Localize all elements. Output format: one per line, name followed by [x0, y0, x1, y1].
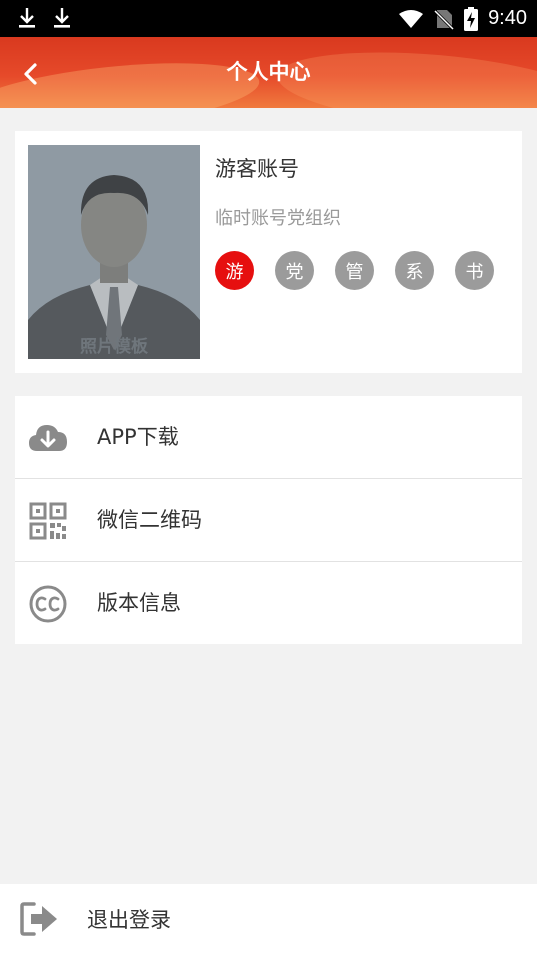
download-icon [19, 8, 35, 28]
logout-icon [20, 902, 57, 936]
download-icon [54, 8, 70, 28]
badge-xi[interactable]: 系 [395, 251, 434, 290]
menu-label-wechat-qr: 微信二维码 [97, 508, 202, 532]
app-header: 个人中心 [0, 37, 537, 108]
battery-charging-icon [464, 6, 479, 31]
settings-menu: APP下载 微信二维码 版本信息 [15, 396, 522, 644]
badge-guan[interactable]: 管 [335, 251, 374, 290]
wifi-icon [399, 9, 424, 28]
status-bar: 9:40 [0, 0, 537, 37]
cc-icon [29, 585, 67, 623]
logout-label: 退出登录 [87, 908, 171, 932]
page-title: 个人中心 [226, 60, 311, 84]
menu-label-version-info: 版本信息 [97, 591, 181, 615]
badge-you[interactable]: 游 [215, 251, 254, 290]
no-sim-icon [434, 9, 455, 30]
profile-name: 游客账号 [215, 157, 299, 181]
status-time: 9:40 [488, 7, 527, 29]
qr-code-icon [29, 502, 67, 540]
person-photo-placeholder [28, 145, 200, 359]
photo-watermark: 照片模板 [80, 337, 148, 357]
profile-card: 照片模板 游客账号 临时账号党组织 游 党 管 系 书 [15, 131, 522, 373]
role-badges: 游 党 管 系 书 [215, 251, 494, 290]
cloud-download-icon [29, 425, 67, 451]
badge-shu[interactable]: 书 [455, 251, 494, 290]
menu-label-app-download: APP下载 [97, 425, 179, 449]
logout-button[interactable]: 退出登录 [0, 884, 537, 956]
menu-item-wechat-qr[interactable]: 微信二维码 [15, 479, 522, 562]
menu-item-version-info[interactable]: 版本信息 [15, 562, 522, 644]
avatar[interactable]: 照片模板 [28, 145, 200, 359]
badge-dang[interactable]: 党 [275, 251, 314, 290]
menu-item-app-download[interactable]: APP下载 [15, 396, 522, 479]
profile-organization: 临时账号党组织 [215, 208, 341, 229]
